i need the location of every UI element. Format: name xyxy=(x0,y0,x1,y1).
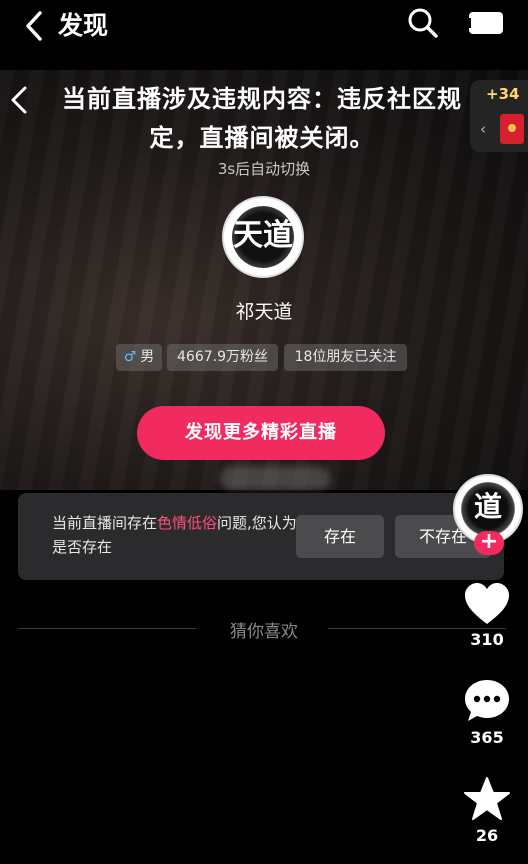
auto-switch-countdown: 3s后自动切换 xyxy=(217,160,311,178)
guess-you-like-label: 猜你喜欢 xyxy=(230,622,298,642)
live-back-arrow-icon[interactable] xyxy=(8,84,32,116)
like-action[interactable]: 310 xyxy=(455,582,519,649)
gender-label: 男 xyxy=(140,349,155,365)
survey-yes-button[interactable]: 存在 xyxy=(296,515,384,558)
comment-action[interactable]: 365 xyxy=(455,678,519,747)
streamer-avatar[interactable]: 天道 xyxy=(222,196,304,278)
guess-you-like-divider: 猜你喜欢 xyxy=(0,617,528,642)
comment-icon[interactable] xyxy=(463,678,511,724)
gender-tag: ♂ 男 xyxy=(116,344,162,371)
follow-button[interactable]: + xyxy=(474,531,504,555)
star-icon[interactable] xyxy=(463,776,511,822)
blurred-content xyxy=(220,466,330,490)
fans-count-tag: 4667.9万粉丝 xyxy=(167,344,278,371)
heart-icon[interactable] xyxy=(463,582,511,626)
chevron-left-icon[interactable]: ‹ xyxy=(480,120,486,138)
live-closed-message: 当前直播涉及违规内容：违反社区规定，直播间被关闭。 xyxy=(62,85,462,152)
like-count: 310 xyxy=(470,630,504,649)
favorite-action[interactable]: 26 xyxy=(455,776,519,845)
survey-question-prefix: 当前直播间存在 xyxy=(52,514,158,532)
survey-highlight: 色情低俗 xyxy=(157,514,218,532)
author-avatar-calligraphy: 道 xyxy=(473,490,502,523)
search-icon[interactable] xyxy=(406,6,440,40)
page-title: 发现 xyxy=(58,11,109,40)
top-nav-bar: 发现 xyxy=(0,0,528,58)
back-arrow-icon[interactable] xyxy=(18,8,54,44)
side-badge-count: +34 xyxy=(486,85,520,103)
favorite-count: 26 xyxy=(475,826,499,845)
male-icon: ♂ xyxy=(123,349,137,365)
tv-icon[interactable] xyxy=(468,11,504,35)
streamer-name: 祁天道 xyxy=(235,301,293,323)
comment-count: 365 xyxy=(470,728,504,747)
avatar-calligraphy: 天道 xyxy=(233,218,293,253)
red-packet-icon[interactable] xyxy=(500,114,524,144)
content-survey-card: 当前直播间存在色情低俗问题,您认为是否存在 存在 不存在 xyxy=(18,493,504,580)
friends-followed-tag: 18位朋友已关注 xyxy=(284,344,407,371)
discover-more-live-button[interactable]: 发现更多精彩直播 xyxy=(137,406,385,460)
survey-question: 当前直播间存在色情低俗问题,您认为是否存在 xyxy=(52,511,302,559)
